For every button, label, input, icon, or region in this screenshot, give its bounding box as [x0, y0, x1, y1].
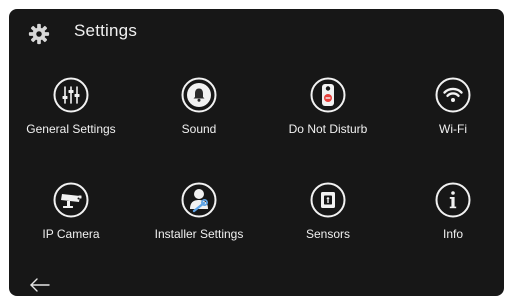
tile-label: General Settings — [26, 122, 116, 136]
tile-general-settings[interactable]: General Settings — [9, 77, 133, 167]
wifi-icon — [435, 77, 471, 113]
tile-label: Do Not Disturb — [288, 122, 368, 136]
tile-label: Sound — [181, 122, 217, 136]
tile-label: Sensors — [305, 227, 351, 241]
tile-wifi[interactable]: Wi-Fi — [391, 77, 504, 167]
bell-icon — [181, 77, 217, 113]
tile-label: Installer Settings — [154, 227, 244, 241]
page-title: Settings — [74, 21, 138, 40]
tile-do-not-disturb[interactable]: Do Not Disturb — [266, 77, 390, 167]
installer-icon — [181, 182, 217, 218]
header: Settings — [9, 9, 504, 57]
tile-label: IP Camera — [42, 227, 100, 241]
tile-label: Info — [442, 227, 463, 241]
back-arrow-icon[interactable] — [29, 277, 51, 293]
info-icon — [435, 182, 471, 218]
tile-ip-camera[interactable]: IP Camera — [9, 182, 133, 272]
tile-sound[interactable]: Sound — [137, 77, 261, 167]
do-not-disturb-icon — [310, 77, 346, 113]
gear-icon — [28, 23, 50, 45]
sensor-icon — [310, 182, 346, 218]
sliders-icon — [53, 77, 89, 113]
tile-label: Wi-Fi — [439, 122, 467, 136]
tile-sensors[interactable]: Sensors — [266, 182, 390, 272]
settings-screen: Settings General Settings Sound Do Not D… — [9, 9, 504, 296]
tile-installer-settings[interactable]: Installer Settings — [137, 182, 261, 272]
tile-info[interactable]: Info — [391, 182, 504, 272]
camera-icon — [53, 182, 89, 218]
